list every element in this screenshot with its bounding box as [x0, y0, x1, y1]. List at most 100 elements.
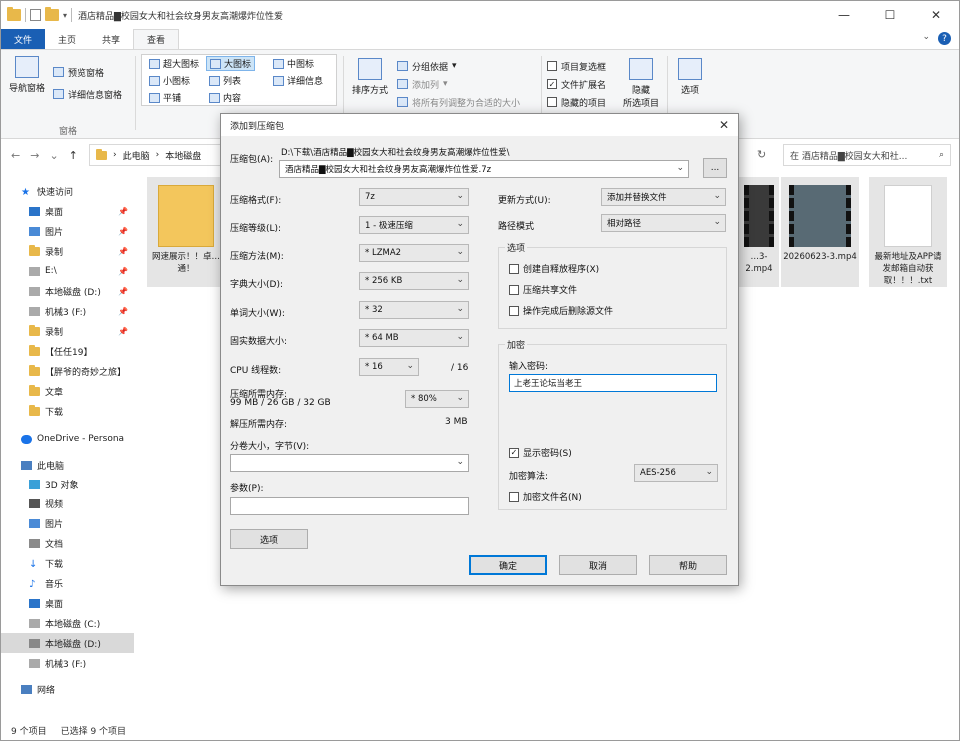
close-button[interactable]: ✕ — [913, 1, 959, 29]
layout-xl-icons[interactable]: 超大图标 — [146, 56, 202, 71]
tab-home[interactable]: 主页 — [45, 29, 89, 49]
sidebar-item-recordings[interactable]: 录制 📌 — [1, 241, 134, 261]
breadcrumb-local-disk[interactable]: 本地磁盘 — [165, 149, 201, 162]
pin-icon[interactable]: 📌 — [118, 327, 128, 336]
item-checkbox-toggle[interactable]: 项目复选框 — [547, 58, 606, 74]
pin-icon[interactable]: 📌 — [118, 267, 128, 276]
sidebar-item-drive-f-2[interactable]: 机械3 (F:) — [1, 653, 134, 673]
encryption-method-select[interactable]: AES-256 ⌄ — [634, 464, 718, 482]
archive-name-combo[interactable]: 酒店精品▇校园女大和社会纹身男友高潮爆炸位性爱.7z ⌄ — [279, 160, 689, 178]
details-pane-button[interactable]: 详细信息窗格 — [53, 86, 122, 102]
sidebar-item-quick-access[interactable]: ★ 快速访问 — [1, 181, 134, 201]
sidebar-item-folder-downloads[interactable]: 下载 — [1, 401, 134, 421]
sidebar-item-folder-journey[interactable]: 【胖爷的奇妙之旅】 — [1, 361, 134, 381]
chevron-right-icon[interactable]: › — [156, 150, 160, 160]
recent-dropdown-icon[interactable]: ⌄ — [49, 149, 58, 162]
threads-select[interactable]: * 16 ⌄ — [359, 358, 419, 376]
help-icon[interactable]: ? — [938, 32, 951, 45]
solid-select[interactable]: * 64 MB ⌄ — [359, 329, 469, 347]
preview-pane-button[interactable]: 预览窗格 — [53, 64, 122, 80]
file-item[interactable]: 20260623-3.mp4 — [781, 177, 859, 287]
pin-icon[interactable]: 📌 — [118, 207, 128, 216]
show-password-checkbox[interactable]: ✓ 显示密码(S) — [509, 446, 572, 459]
sidebar-item-drive-d[interactable]: 本地磁盘 (D:) 📌 — [1, 281, 134, 301]
cancel-button[interactable]: 取消 — [559, 555, 637, 575]
params-input[interactable] — [230, 497, 469, 515]
shared-files-checkbox[interactable]: 压缩共享文件 — [509, 283, 577, 296]
file-extensions-toggle[interactable]: ✓ 文件扩展名 — [547, 76, 606, 92]
fit-columns-button[interactable]: 将所有列调整为合适的大小 — [397, 94, 520, 110]
chevron-right-icon[interactable]: › — [113, 150, 117, 160]
pin-icon[interactable]: 📌 — [118, 287, 128, 296]
up-arrow-icon[interactable]: ↑ — [69, 149, 78, 162]
sidebar-item-drive-e[interactable]: E:\ 📌 — [1, 261, 134, 281]
file-item[interactable]: …3-2.mp4 — [739, 177, 779, 287]
file-item[interactable]: 网速展示！！卓…通！ — [147, 177, 225, 287]
layout-small-icons[interactable]: 小图标 — [146, 73, 193, 88]
format-select[interactable]: 7z ⌄ — [359, 188, 469, 206]
refresh-icon[interactable]: ↻ — [757, 148, 766, 161]
method-select[interactable]: * LZMA2 ⌄ — [359, 244, 469, 262]
pin-icon[interactable]: 📌 — [118, 307, 128, 316]
sidebar-item-drive-d-selected[interactable]: 本地磁盘 (D:) — [1, 633, 134, 653]
options-button[interactable]: 选项 — [230, 529, 308, 549]
tab-file[interactable]: 文件 — [1, 29, 46, 49]
customize-dropdown-icon[interactable]: ▾ — [63, 11, 67, 20]
collapse-ribbon-icon[interactable]: ⌄ — [922, 32, 930, 45]
browse-button[interactable]: ... — [703, 158, 727, 178]
delete-after-checkbox[interactable]: 操作完成后删除源文件 — [509, 304, 613, 317]
add-column-button[interactable]: 添加列 ▾ — [397, 76, 520, 92]
nav-pane-button[interactable]: 导航窗格 — [7, 56, 47, 94]
file-item[interactable]: 最新地址及APP请发邮箱自动获取！！！.txt — [869, 177, 947, 287]
help-button[interactable]: 帮助 — [649, 555, 727, 575]
sidebar-item-this-pc[interactable]: 此电脑 — [1, 455, 134, 475]
sidebar-item-onedrive[interactable]: OneDrive - Persona — [1, 429, 134, 449]
group-by-button[interactable]: 分组依据 ▾ — [397, 58, 520, 74]
properties-icon[interactable] — [30, 9, 41, 21]
sidebar-item-drive-c[interactable]: 本地磁盘 (C:) — [1, 613, 134, 633]
sidebar-item-downloads[interactable]: ↓ 下载 — [1, 553, 134, 573]
split-select[interactable]: ⌄ — [230, 454, 469, 472]
close-icon[interactable]: ✕ — [719, 118, 729, 132]
sidebar-item-3d-objects[interactable]: 3D 对象 — [1, 474, 134, 494]
search-input[interactable]: 在 酒店精品▇校园女大和社... ⌕ — [783, 144, 951, 166]
ok-button[interactable]: 确定 — [469, 555, 547, 575]
hide-selected-button[interactable]: 隐藏 所选项目 — [623, 58, 659, 109]
sfx-checkbox[interactable]: 创建自释放程序(X) — [509, 262, 599, 275]
word-select[interactable]: * 32 ⌄ — [359, 301, 469, 319]
minimize-button[interactable]: — — [821, 1, 867, 29]
pin-icon[interactable]: 📌 — [118, 227, 128, 236]
sidebar-item-desktop[interactable]: 桌面 📌 — [1, 201, 134, 221]
sidebar-item-folder-renren[interactable]: 【任任19】 — [1, 341, 134, 361]
path-mode-select[interactable]: 相对路径 ⌄ — [601, 214, 726, 232]
options-button[interactable]: 选项 — [675, 58, 705, 96]
back-arrow-icon[interactable]: ← — [11, 149, 20, 162]
layout-tiles[interactable]: 平铺 — [146, 90, 184, 105]
tab-share[interactable]: 共享 — [89, 29, 133, 49]
sidebar-item-documents[interactable]: 文档 — [1, 533, 134, 553]
update-select[interactable]: 添加并替换文件 ⌄ — [601, 188, 726, 206]
maximize-button[interactable]: ☐ — [867, 1, 913, 29]
forward-arrow-icon[interactable]: → — [30, 149, 39, 162]
sidebar-item-videos[interactable]: 视频 — [1, 493, 134, 513]
mem-usage-select[interactable]: * 80% ⌄ — [405, 390, 469, 408]
sidebar-item-drive-f[interactable]: 机械3 (F:) 📌 — [1, 301, 134, 321]
layout-medium-icons[interactable]: 中图标 — [270, 56, 317, 71]
sidebar-item-music[interactable]: ♪ 音乐 — [1, 573, 134, 593]
sort-button[interactable]: 排序方式 — [351, 58, 389, 96]
layout-large-icons[interactable]: 大图标 — [206, 56, 256, 71]
layout-content[interactable]: 内容 — [206, 90, 244, 105]
hidden-items-toggle[interactable]: 隐藏的项目 — [547, 94, 606, 110]
sidebar-item-recordings-2[interactable]: 录制 📌 — [1, 321, 134, 341]
sidebar-item-pictures[interactable]: 图片 📌 — [1, 221, 134, 241]
new-folder-icon[interactable] — [45, 7, 59, 21]
layout-details[interactable]: 详细信息 — [270, 73, 326, 88]
sidebar-item-folder-articles[interactable]: 文章 — [1, 381, 134, 401]
layout-list[interactable]: 列表 — [206, 73, 244, 88]
sidebar-item-pictures-2[interactable]: 图片 — [1, 513, 134, 533]
breadcrumb-this-pc[interactable]: 此电脑 — [123, 149, 150, 162]
encrypt-names-checkbox[interactable]: 加密文件名(N) — [509, 490, 582, 503]
dict-select[interactable]: * 256 KB ⌄ — [359, 272, 469, 290]
level-select[interactable]: 1 - 极速压缩 ⌄ — [359, 216, 469, 234]
sidebar-item-network[interactable]: 网络 — [1, 679, 134, 699]
